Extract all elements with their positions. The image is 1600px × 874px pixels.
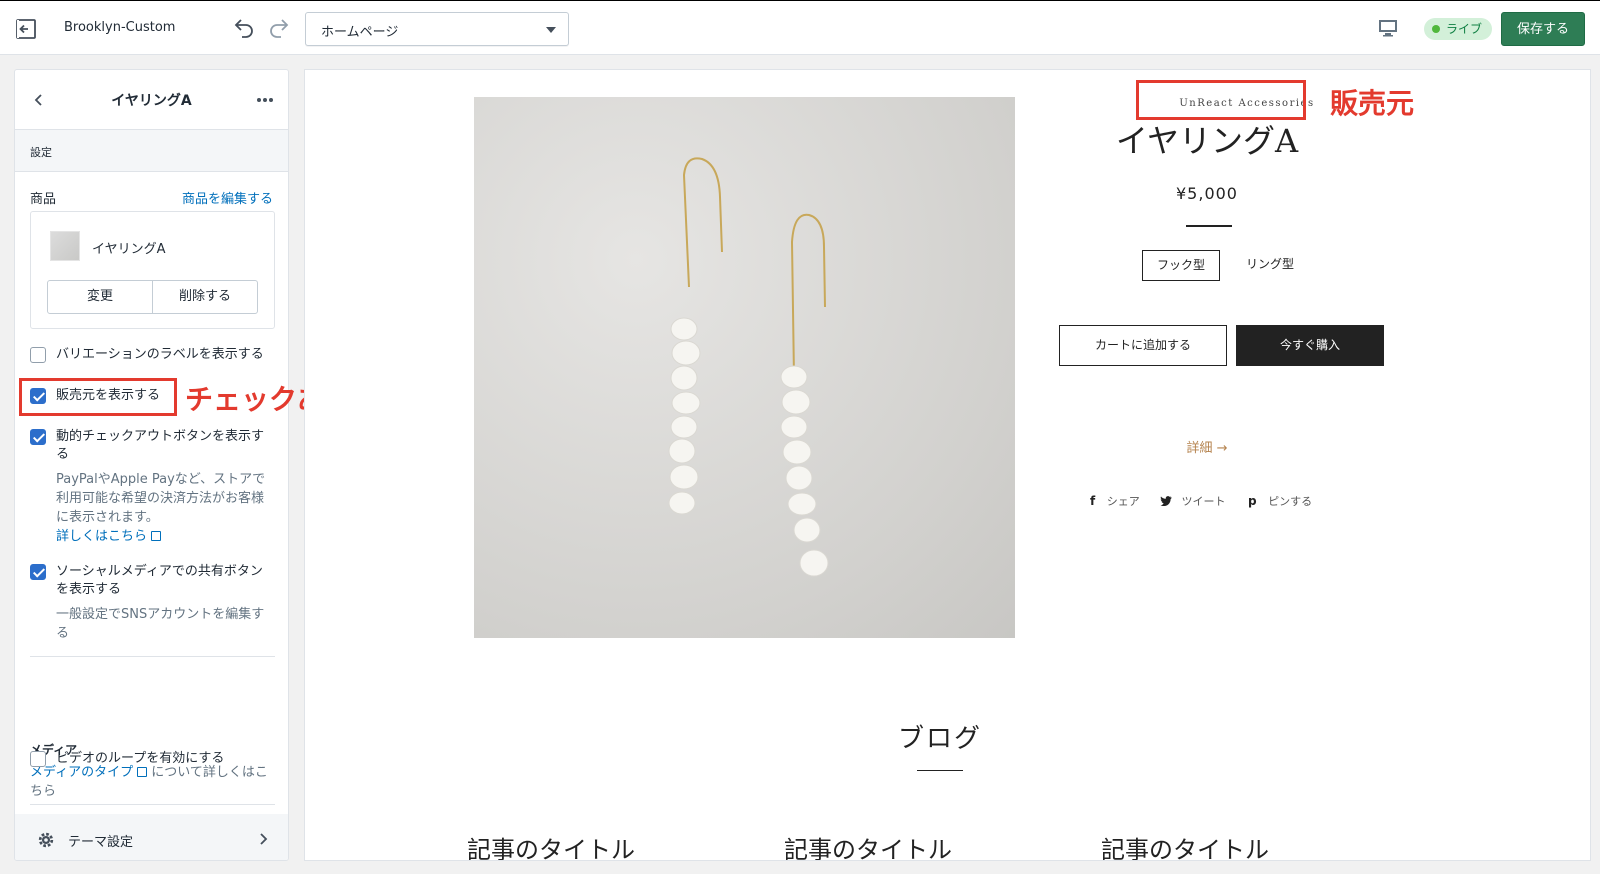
more-actions-icon[interactable]: [254, 90, 276, 110]
save-button[interactable]: 保存する: [1501, 12, 1585, 46]
theme-settings-row[interactable]: テーマ設定: [15, 814, 288, 860]
product-thumbnail: [50, 231, 80, 261]
share-facebook[interactable]: f シェア: [1090, 493, 1140, 509]
page-select-value: ホームページ: [321, 25, 399, 40]
share-pinterest-label: ピンする: [1268, 495, 1313, 508]
media-help: メディアのタイプ について詳しくはこちら: [30, 763, 270, 801]
settings-section-label: 設定: [30, 146, 52, 159]
product-button-group: 変更 削除する: [47, 280, 258, 314]
store-preview: UnReact Accessories イヤリングA ¥5,000 フック型 リ…: [304, 69, 1591, 861]
social-sharing-label: ソーシャルメディアでの共有ボタンを表示する: [56, 564, 263, 597]
facebook-icon: f: [1090, 494, 1096, 508]
share-facebook-label: シェア: [1106, 495, 1140, 508]
product-name: イヤリングA: [92, 242, 166, 257]
live-badge-label: ライブ: [1446, 22, 1483, 36]
show-variant-labels-checkbox[interactable]: [30, 347, 46, 363]
annotation-vendor-note: 販売元: [1330, 87, 1415, 120]
article-title[interactable]: 記事のタイトル: [467, 830, 635, 860]
learn-more-link-text: 詳しくはこちら: [56, 529, 148, 544]
details-link[interactable]: 詳細 →: [1167, 437, 1247, 456]
product-label: 商品: [30, 192, 57, 207]
share-twitter-label: ツイート: [1181, 495, 1226, 508]
article-title[interactable]: 記事のタイトル: [784, 830, 952, 860]
dynamic-checkout-checkbox[interactable]: [30, 429, 46, 445]
earrings-photo-graphic: [668, 157, 829, 577]
settings-sidebar: イヤリングA 設定 商品 商品を編集する イヤリングA 変更 削除する バリエー…: [14, 69, 289, 861]
editor-topbar: Brooklyn-Custom ホームページ ライブ 保存する: [0, 0, 1600, 55]
external-link-icon: [151, 531, 162, 541]
twitter-icon: [1160, 496, 1172, 507]
settings-section-header: 設定: [15, 130, 288, 172]
social-sharing-checkbox[interactable]: [30, 564, 46, 580]
variant-option-hook[interactable]: フック型: [1142, 250, 1220, 281]
price-divider: [1186, 225, 1232, 227]
annotation-vendor-box: [1136, 80, 1306, 120]
buy-now-button[interactable]: 今すぐ購入: [1236, 325, 1384, 366]
blog-heading: ブログ: [897, 724, 982, 754]
chevron-right-icon: [260, 833, 268, 845]
live-status-badge: ライブ: [1424, 18, 1493, 40]
variant-option-ring[interactable]: リング型: [1230, 250, 1310, 281]
annotation-checkbox-box: [19, 378, 177, 416]
social-sharing-help: 一般設定でSNSアカウントを編集する: [56, 607, 265, 641]
product-image[interactable]: [474, 97, 1015, 638]
desktop-view-icon[interactable]: [1377, 17, 1399, 39]
sidebar-header: イヤリングA: [15, 70, 288, 130]
undo-icon[interactable]: [232, 15, 256, 39]
edit-product-link[interactable]: 商品を編集する: [182, 188, 273, 207]
product-title: イヤリングA: [1115, 122, 1299, 160]
product-price: ¥5,000: [1176, 184, 1238, 203]
gear-icon: [38, 832, 54, 848]
dynamic-checkout-help: PayPalやApple Payなど、ストアで利用可能な希望の決済方法がお客様に…: [56, 470, 271, 546]
delete-product-button[interactable]: 削除する: [152, 281, 257, 313]
blog-divider: [917, 770, 963, 771]
pinterest-icon: p: [1248, 494, 1257, 508]
divider: [30, 804, 275, 805]
exit-icon[interactable]: [14, 17, 38, 41]
theme-settings-label: テーマ設定: [68, 835, 134, 850]
external-link-icon: [137, 767, 148, 777]
add-to-cart-button[interactable]: カートに追加する: [1059, 325, 1227, 366]
divider: [30, 656, 275, 657]
article-title[interactable]: 記事のタイトル: [1101, 830, 1269, 860]
dynamic-checkout-label: 動的チェックアウトボタンを表示する: [56, 429, 265, 462]
show-variant-labels-label: バリエーションのラベルを表示する: [56, 347, 264, 362]
sidebar-title: イヤリングA: [111, 93, 192, 109]
store-name: Brooklyn-Custom: [64, 20, 176, 35]
share-twitter[interactable]: ツイート: [1160, 493, 1226, 509]
product-card: イヤリングA 変更 削除する: [30, 211, 275, 329]
share-pinterest[interactable]: p ピンする: [1248, 493, 1312, 509]
page-select[interactable]: ホームページ: [305, 12, 569, 46]
live-dot-icon: [1432, 25, 1440, 33]
video-loop-checkbox[interactable]: [30, 751, 46, 767]
redo-icon[interactable]: [267, 15, 291, 39]
video-loop-label: ビデオのループを有効にする: [56, 751, 225, 766]
dynamic-checkout-help-text: PayPalやApple Payなど、ストアで利用可能な希望の決済方法がお客様に…: [56, 472, 266, 525]
change-product-button[interactable]: 変更: [48, 281, 152, 313]
learn-more-link[interactable]: 詳しくはこちら: [56, 529, 162, 544]
chevron-down-icon: [546, 27, 556, 33]
